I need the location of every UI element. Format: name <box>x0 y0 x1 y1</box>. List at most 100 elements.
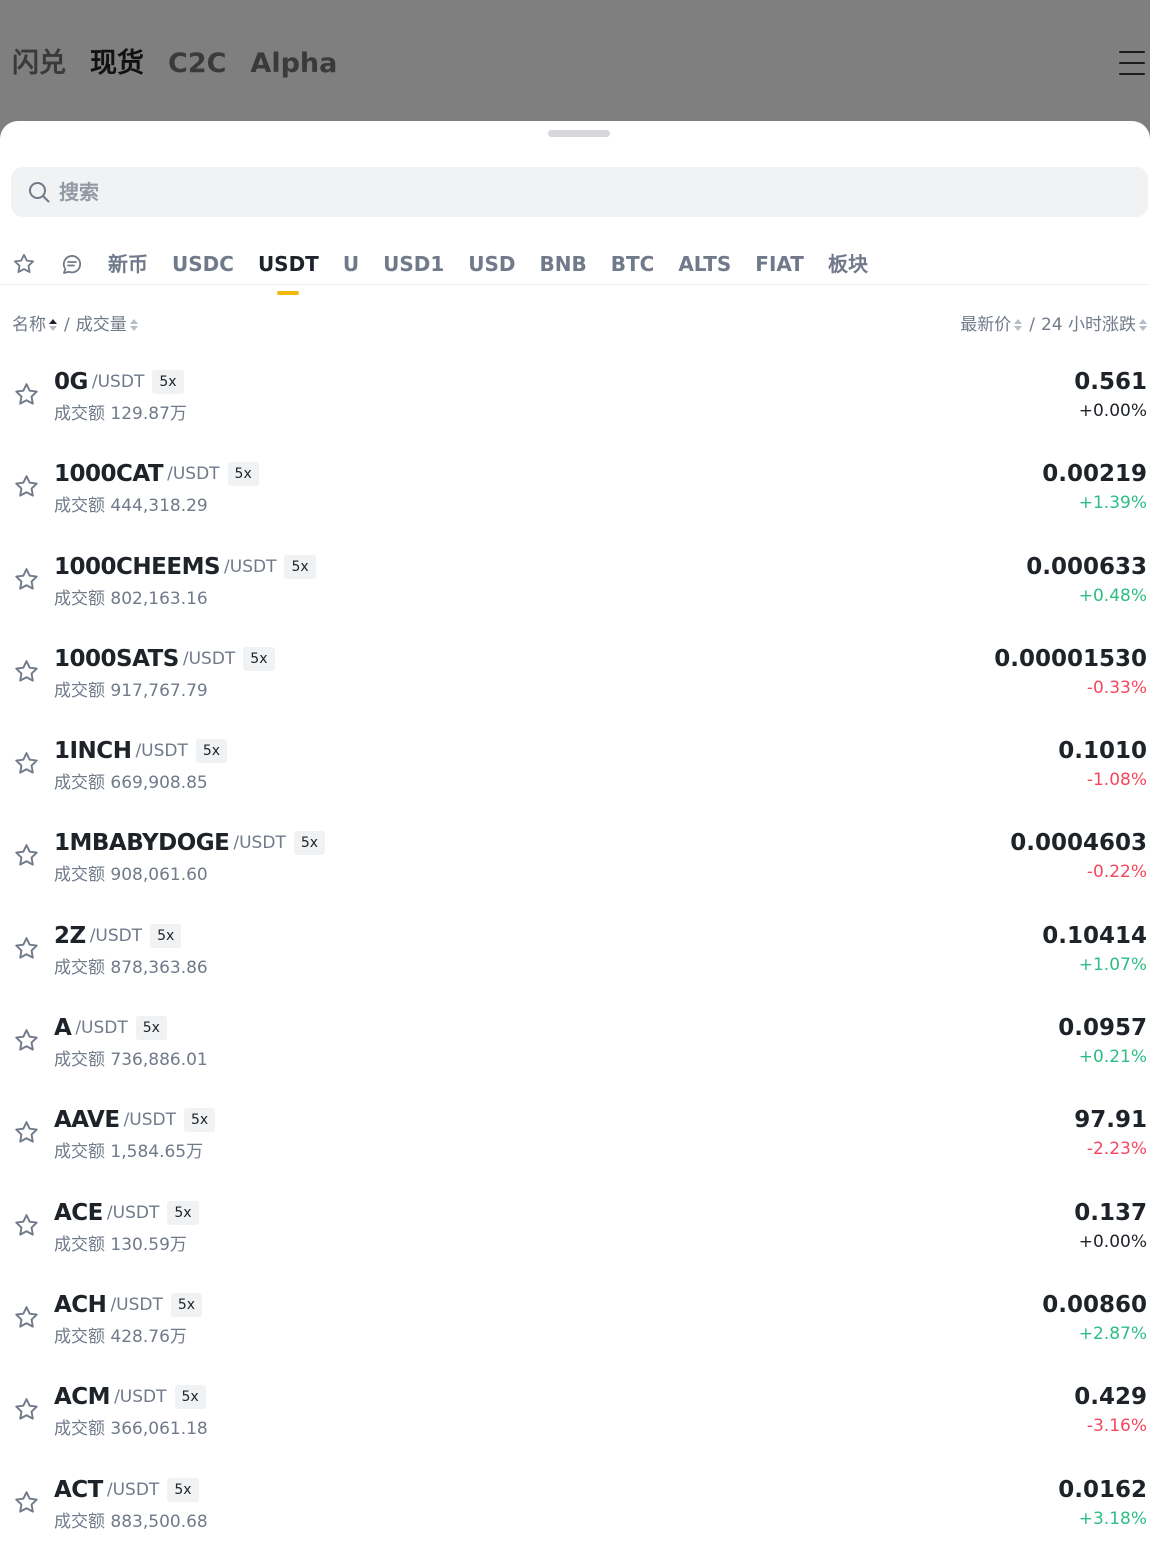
leverage-badge: 5x <box>135 1016 167 1041</box>
tab-favorites[interactable] <box>12 252 36 276</box>
last-price: 0.137 <box>1074 1199 1147 1226</box>
quote-symbol: /USDT <box>135 741 188 762</box>
tab-alts[interactable]: ALTS <box>678 248 731 280</box>
tab-alpha[interactable]: Alpha <box>250 44 337 84</box>
favorite-star-icon[interactable] <box>13 842 40 869</box>
volume-label: 成交额 <box>54 404 105 424</box>
tab-flash-swap[interactable]: 闪兑 <box>12 44 66 84</box>
quote-symbol: /USDT <box>224 556 277 577</box>
change-24h: +0.21% <box>1078 1047 1147 1068</box>
base-symbol: AAVE <box>54 1107 120 1134</box>
market-pair-row[interactable]: 2Z/USDT 5x 成交额 878,363.86 0.10414 +1.07% <box>0 897 1150 989</box>
top-navigation-bar: 闪兑 现货 C2C Alpha <box>0 0 1150 140</box>
tab-c2c[interactable]: C2C <box>168 44 226 84</box>
last-price: 97.91 <box>1074 1107 1147 1134</box>
quote-symbol: /USDT <box>182 648 236 669</box>
pair-name: ACE/USDT 5x <box>54 1199 199 1227</box>
favorite-star-icon[interactable] <box>13 566 40 593</box>
volume-text: 成交额 1,584.65万 <box>54 1137 203 1162</box>
market-pair-row[interactable]: ACM/USDT 5x 成交额 366,061.18 0.429 -3.16% <box>0 1358 1150 1450</box>
market-pair-row[interactable]: 1000SATS/USDT 5x 成交额 917,767.79 0.00001530 -… <box>0 620 1150 712</box>
sort-by-name-label[interactable]: 名称 <box>12 313 46 337</box>
volume-label: 成交额 <box>54 1142 105 1163</box>
tab-usd1[interactable]: USD1 <box>383 248 444 280</box>
tab-usd[interactable]: USD <box>468 248 515 280</box>
volume-value: 883,500.68 <box>110 1511 208 1532</box>
change-24h: +0.00% <box>1078 1231 1147 1252</box>
volume-value: 1,584.65万 <box>110 1142 204 1163</box>
favorite-star-icon[interactable] <box>13 1119 40 1146</box>
favorite-star-icon[interactable] <box>13 381 40 408</box>
tab-fiat[interactable]: FIAT <box>755 248 804 280</box>
volume-value: 444,318.29 <box>110 496 208 517</box>
favorite-star-icon[interactable] <box>13 1304 40 1331</box>
sort-price-icon[interactable] <box>1014 319 1023 331</box>
volume-label: 成交额 <box>54 1511 105 1532</box>
favorite-star-icon[interactable] <box>13 1396 40 1423</box>
volume-text: 成交额 669,908.85 <box>54 768 208 793</box>
volume-value: 130.59万 <box>110 1234 187 1255</box>
base-symbol: 1000CAT <box>54 461 164 488</box>
volume-value: 366,061.18 <box>110 1419 208 1440</box>
sort-volume-icon[interactable] <box>129 319 138 331</box>
market-pair-row[interactable]: 1000CHEEMS/USDT 5x 成交额 802,163.16 0.000633 +… <box>0 528 1150 620</box>
tab-bnb[interactable]: BNB <box>540 248 587 280</box>
sort-by-change-label[interactable]: 24 小时涨跌 <box>1041 313 1136 337</box>
market-pair-row[interactable]: 1000CAT/USDT 5x 成交额 444,318.29 0.00219 +1.39… <box>0 435 1150 527</box>
search-input[interactable] <box>59 180 959 204</box>
last-price: 0.0004603 <box>1010 830 1147 857</box>
base-symbol: 0G <box>54 369 88 395</box>
base-symbol: ACM <box>54 1384 111 1411</box>
market-pair-row[interactable]: A/USDT 5x 成交额 736,886.01 0.0957 +0.21% <box>0 989 1150 1081</box>
favorite-star-icon[interactable] <box>13 658 40 685</box>
base-symbol: ACT <box>54 1476 103 1503</box>
market-pair-row[interactable]: ACT/USDT 5x 成交额 883,500.68 0.0162 +3.18% <box>0 1451 1150 1543</box>
market-pair-row[interactable]: ACE/USDT 5x 成交额 130.59万 0.137 +0.00% <box>0 1174 1150 1266</box>
volume-value: 917,767.79 <box>110 680 208 701</box>
volume-label: 成交额 <box>54 1419 105 1440</box>
sheet-drag-handle[interactable] <box>548 130 610 137</box>
favorite-star-icon[interactable] <box>13 1212 40 1239</box>
change-24h: +1.39% <box>1078 493 1147 514</box>
sort-by-volume-label[interactable]: 成交量 <box>76 313 127 337</box>
tab-u[interactable]: U <box>343 248 359 280</box>
hamburger-menu-icon[interactable] <box>1119 51 1145 75</box>
last-price: 0.00001530 <box>994 645 1147 672</box>
favorite-star-icon[interactable] <box>13 935 40 962</box>
tab-spot[interactable]: 现货 <box>90 44 144 84</box>
volume-text: 成交额 908,061.60 <box>54 860 208 885</box>
pair-name: 1INCH/USDT 5x <box>54 737 228 765</box>
market-pair-row[interactable]: 0G/USDT 5x 成交额 129.87万 0.561 +0.00% <box>0 343 1150 435</box>
sort-by-price-label[interactable]: 最新价 <box>960 313 1011 337</box>
favorite-star-icon[interactable] <box>13 473 40 500</box>
leverage-badge: 5x <box>167 1200 199 1225</box>
change-24h: -1.08% <box>1086 770 1147 791</box>
market-selector-sheet: 新币 USDC USDT U USD1 USD BNB BTC ALTS FIA… <box>0 121 1150 1546</box>
tab-usdt[interactable]: USDT <box>258 248 319 295</box>
change-24h: -0.22% <box>1086 862 1147 883</box>
volume-value: 878,363.86 <box>110 957 208 978</box>
tab-sectors[interactable]: 板块 <box>828 248 868 280</box>
change-24h: +2.87% <box>1078 1323 1147 1344</box>
sort-name-icon[interactable] <box>49 319 57 331</box>
search-bar[interactable] <box>11 167 1148 217</box>
favorite-star-icon[interactable] <box>13 1027 40 1054</box>
tab-chat[interactable] <box>60 252 84 276</box>
market-pair-row[interactable]: ACH/USDT 5x 成交额 428.76万 0.00860 +2.87% <box>0 1266 1150 1358</box>
volume-label: 成交额 <box>54 865 105 886</box>
market-pair-row[interactable]: 1MBABYDOGE/USDT 5x 成交额 908,061.60 0.0004603… <box>0 804 1150 896</box>
quote-symbol: /USDT <box>123 1110 176 1131</box>
favorite-star-icon[interactable] <box>13 1489 40 1516</box>
market-pair-row[interactable]: 1INCH/USDT 5x 成交额 669,908.85 0.1010 -1.08% <box>0 712 1150 804</box>
favorite-star-icon[interactable] <box>13 750 40 777</box>
tab-new-listings[interactable]: 新币 <box>108 248 148 280</box>
tab-btc[interactable]: BTC <box>611 248 655 280</box>
last-price: 0.561 <box>1074 369 1147 395</box>
sort-change-icon[interactable] <box>1139 319 1147 331</box>
volume-text: 成交额 130.59万 <box>54 1230 187 1255</box>
volume-label: 成交额 <box>54 1234 105 1255</box>
market-pair-row[interactable]: AAVE/USDT 5x 成交额 1,584.65万 97.91 -2.23% <box>0 1081 1150 1173</box>
last-price: 0.00860 <box>1042 1291 1147 1318</box>
tab-usdc[interactable]: USDC <box>172 248 234 280</box>
change-24h: +3.18% <box>1078 1508 1147 1529</box>
